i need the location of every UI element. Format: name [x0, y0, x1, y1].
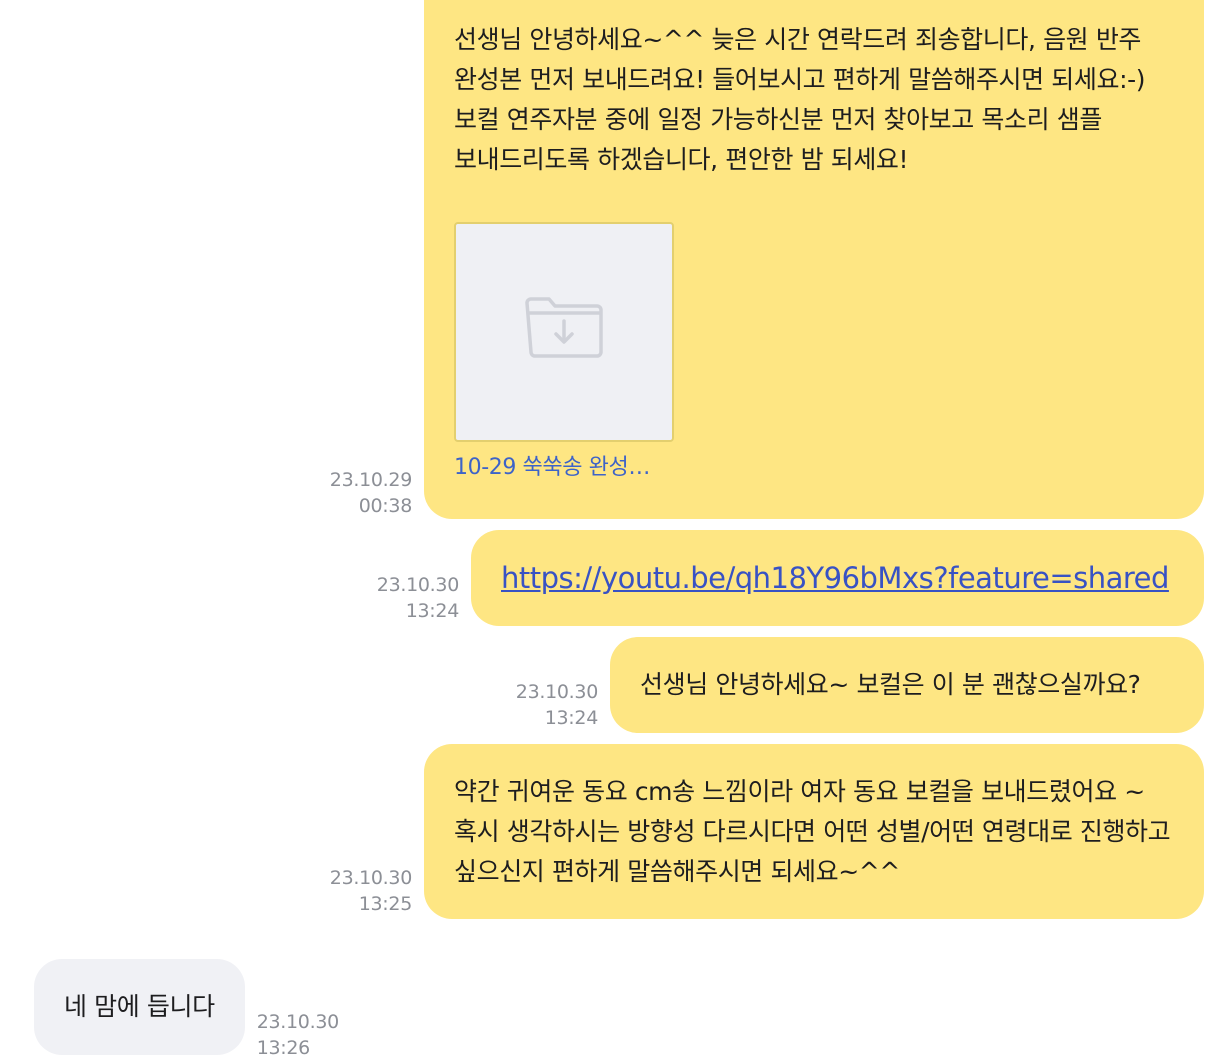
file-attachment-thumbnail[interactable]	[454, 222, 674, 442]
message-row-outgoing: 23.10.30 13:24 https://youtu.be/qh18Y96b…	[377, 530, 1204, 626]
message-timestamp: 23.10.30 13:26	[256, 1009, 340, 1060]
message-bubble-outgoing[interactable]: 선생님 안녕하세요~^^ 늦은 시간 연락드려 죄송합니다, 음원 반주 완성본…	[424, 0, 1204, 519]
message-time: 00:38	[358, 495, 413, 517]
message-bubble-outgoing[interactable]: 약간 귀여운 동요 cm송 느낌이라 여자 동요 보컬을 보내드렸어요 ~ 혹시…	[424, 744, 1204, 919]
chat-thread: 23.10.29 00:38 선생님 안녕하세요~^^ 늦은 시간 연락드려 죄…	[0, 0, 1222, 1060]
message-text: 네 맘에 듭니다	[64, 992, 215, 1021]
message-row-incoming: 네 맘에 듭니다 23.10.30 13:26	[34, 959, 339, 1059]
message-text: 약간 귀여운 동요 cm송 느낌이라 여자 동요 보컬을 보내드렸어요 ~ 혹시…	[454, 777, 1171, 886]
message-timestamp: 23.10.30 13:24	[376, 572, 460, 624]
folder-download-icon	[523, 293, 605, 371]
message-time: 13:26	[256, 1037, 311, 1059]
message-time: 13:24	[405, 600, 460, 622]
message-date: 23.10.30	[329, 867, 413, 889]
message-time: 13:24	[544, 707, 599, 729]
message-date: 23.10.30	[376, 574, 460, 596]
file-attachment-name[interactable]: 10-29 쑥쑥송 완성…	[454, 452, 1174, 484]
message-timestamp: 23.10.30 13:25	[329, 865, 413, 917]
message-bubble-outgoing: https://youtu.be/qh18Y96bMxs?feature=sha…	[471, 530, 1204, 626]
youtube-link[interactable]: https://youtu.be/qh18Y96bMxs?feature=sha…	[501, 561, 1169, 595]
message-text: 선생님 안녕하세요~ 보컬은 이 분 괜찮으실까요?	[640, 670, 1141, 699]
message-date: 23.10.30	[256, 1011, 340, 1033]
message-timestamp: 23.10.30 13:24	[515, 679, 599, 731]
message-date: 23.10.30	[515, 681, 599, 703]
message-bubble-outgoing[interactable]: 선생님 안녕하세요~ 보컬은 이 분 괜찮으실까요?	[610, 637, 1204, 733]
message-timestamp: 23.10.29 00:38	[329, 467, 413, 519]
message-bubble-incoming[interactable]: 네 맘에 듭니다	[34, 959, 245, 1055]
message-row-outgoing: 23.10.30 13:24 선생님 안녕하세요~ 보컬은 이 분 괜찮으실까요…	[516, 637, 1204, 733]
message-text: 선생님 안녕하세요~^^ 늦은 시간 연락드려 죄송합니다, 음원 반주 완성본…	[454, 25, 1146, 174]
message-row-outgoing: 23.10.30 13:25 약간 귀여운 동요 cm송 느낌이라 여자 동요 …	[330, 744, 1204, 919]
message-row-outgoing: 23.10.29 00:38 선생님 안녕하세요~^^ 늦은 시간 연락드려 죄…	[330, 0, 1204, 519]
message-time: 13:25	[358, 893, 413, 915]
message-date: 23.10.29	[329, 469, 413, 491]
